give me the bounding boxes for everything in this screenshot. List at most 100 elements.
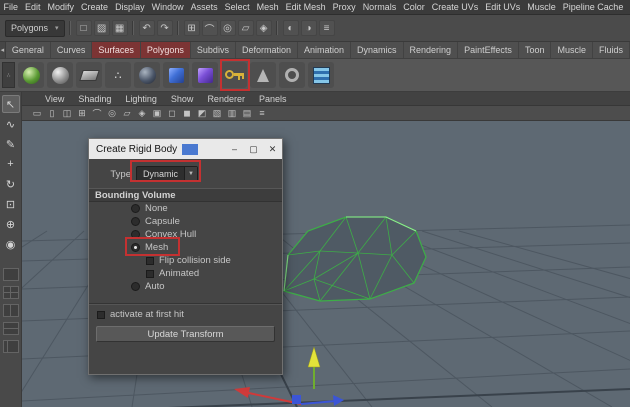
menu-pipeline-cache[interactable]: Pipeline Cache [559, 2, 627, 12]
gate-mask-icon[interactable]: ⊞ [75, 107, 89, 119]
shelf-tab-animation[interactable]: Animation [298, 42, 352, 58]
shelf-tab-surfaces[interactable]: Surfaces [92, 42, 141, 58]
panel-menu-renderer[interactable]: Renderer [200, 94, 252, 104]
menu-create-uvs[interactable]: Create UVs [428, 2, 482, 12]
checkbox-animated[interactable]: Animated [89, 267, 282, 280]
paint-sphere-icon[interactable] [18, 62, 44, 88]
type-dropdown[interactable]: Dynamic ▼ [136, 166, 198, 182]
minimize-icon[interactable]: – [225, 139, 244, 159]
menu-color[interactable]: Color [400, 2, 429, 12]
soft-mod-tool[interactable]: ◉ [2, 235, 20, 253]
shaded-icon[interactable]: ◻ [165, 107, 179, 119]
shelf-tab-curves[interactable]: Curves [51, 42, 93, 58]
ipr-render-icon[interactable]: ◑ [300, 20, 317, 36]
layout-two-side-button[interactable] [2, 304, 19, 317]
bounding-volume-header[interactable]: Bounding Volume [89, 188, 282, 202]
motion-blur-icon[interactable]: ▤ [240, 107, 254, 119]
panel-menu-show[interactable]: Show [164, 94, 201, 104]
panel-menu-view[interactable]: View [38, 94, 71, 104]
move-tool[interactable]: + [2, 155, 20, 173]
render-icon[interactable]: ◐ [282, 20, 299, 36]
scale-tool[interactable]: ⊡ [2, 195, 20, 213]
radio-capsule[interactable]: Capsule [89, 215, 282, 228]
mesh-object[interactable] [283, 216, 427, 302]
textured-icon[interactable]: ◼ [180, 107, 194, 119]
panel-menu-shading[interactable]: Shading [71, 94, 118, 104]
dialog-titlebar[interactable]: Create Rigid Body – ▢ ✕ [89, 139, 282, 159]
snap-curve-icon[interactable]: ⌒ [201, 20, 218, 36]
menu-display[interactable]: Display [112, 2, 149, 12]
shelf-tab-muscle[interactable]: Muscle [551, 42, 593, 58]
menu-set-dropdown[interactable]: Polygons ▾ [5, 19, 65, 37]
menu-edit[interactable]: Edit [22, 2, 45, 12]
safe-title-icon[interactable]: ▱ [120, 107, 134, 119]
torus-icon[interactable] [279, 62, 305, 88]
radio-convex-hull[interactable]: Convex Hull [89, 228, 282, 241]
isolate-icon[interactable]: ≡ [255, 107, 269, 119]
paint-select-tool[interactable]: ✎ [2, 135, 20, 153]
menu-muscle[interactable]: Muscle [524, 2, 560, 12]
menu-modify[interactable]: Modify [44, 2, 78, 12]
shelf-tab-fluids[interactable]: Fluids [593, 42, 630, 58]
menu-window[interactable]: Window [148, 2, 187, 12]
update-transform-button[interactable]: Update Transform [96, 326, 275, 342]
lasso-tool[interactable]: ∿ [2, 115, 20, 133]
nurbs-plane-icon[interactable] [76, 62, 102, 88]
universal-manipulator-tool[interactable]: ⊕ [2, 215, 20, 233]
shelf-tab-general[interactable]: General [6, 42, 51, 58]
scene-save-icon[interactable]: ▦ [111, 20, 128, 36]
camera-icon[interactable]: ▭ [30, 107, 44, 119]
snap-center-icon[interactable]: ◈ [255, 20, 272, 36]
field-chart-icon[interactable]: ⌒ [90, 107, 104, 119]
menu-file[interactable]: File [0, 2, 22, 12]
panel-menu-lighting[interactable]: Lighting [118, 94, 164, 104]
film-gate-icon[interactable]: ▯ [45, 107, 59, 119]
ao-icon[interactable]: ▥ [225, 107, 239, 119]
menu-edit-mesh[interactable]: Edit Mesh [282, 2, 329, 12]
close-icon[interactable]: ✕ [263, 139, 282, 159]
shelf-tab-dynamics[interactable]: Dynamics [351, 42, 404, 58]
shelf-tab-rendering[interactable]: Rendering [404, 42, 459, 58]
shadows-icon[interactable]: ▧ [210, 107, 224, 119]
rigid-body-key-icon[interactable] [221, 62, 247, 88]
layout-single-button[interactable] [2, 268, 19, 281]
menu-proxy[interactable]: Proxy [329, 2, 359, 12]
menu-mesh[interactable]: Mesh [253, 2, 282, 12]
shelf-options-icon[interactable]: ∴ [2, 62, 15, 88]
shaded-sphere-icon[interactable] [134, 62, 160, 88]
layout-four-pane-button[interactable] [2, 286, 19, 299]
shelf-tab-deformation[interactable]: Deformation [236, 42, 298, 58]
checkbox-flip-collision-side[interactable]: Flip collision side [89, 254, 282, 267]
poly-cube-purple-icon[interactable] [192, 62, 218, 88]
rotate-tool[interactable]: ↻ [2, 175, 20, 193]
safe-action-icon[interactable]: ◎ [105, 107, 119, 119]
radio-none[interactable]: None [89, 202, 282, 215]
menu-assets[interactable]: Assets [187, 2, 221, 12]
shelf-tab-subdivs[interactable]: Subdivs [191, 42, 236, 58]
menu-create[interactable]: Create [78, 2, 112, 12]
menu-select[interactable]: Select [221, 2, 253, 12]
undo-icon[interactable]: ↶ [138, 20, 155, 36]
scene-open-icon[interactable]: ▨ [93, 20, 110, 36]
menu-normals[interactable]: Normals [359, 2, 400, 12]
maximize-icon[interactable]: ▢ [244, 139, 263, 159]
panel-menu-panels[interactable]: Panels [252, 94, 294, 104]
gravity-cone-icon[interactable] [250, 62, 276, 88]
fluid-container-icon[interactable] [308, 62, 334, 88]
wireframe-icon[interactable]: ▣ [150, 107, 164, 119]
checkbox-activate-at-first-hit[interactable]: activate at first hit [89, 308, 282, 321]
poly-cube-blue-icon[interactable] [163, 62, 189, 88]
shelf-tab-polygons[interactable]: Polygons [140, 42, 191, 58]
nurbs-sphere-icon[interactable] [47, 62, 73, 88]
layout-two-stacked-button[interactable] [2, 322, 19, 335]
lights-icon[interactable]: ◩ [195, 107, 209, 119]
snap-plane-icon[interactable]: ▱ [237, 20, 254, 36]
menu-edit-uvs[interactable]: Edit UVs [482, 2, 524, 12]
select-tool[interactable]: ↖ [1, 95, 20, 113]
radio-auto[interactable]: Auto [89, 280, 282, 293]
radio-mesh[interactable]: Mesh [89, 241, 282, 254]
shelf-tab-toon[interactable]: Toon [519, 42, 552, 58]
redo-icon[interactable]: ↷ [156, 20, 173, 36]
shelf-tab-painteffects[interactable]: PaintEffects [458, 42, 519, 58]
snap-grid-icon[interactable]: ⊞ [183, 20, 200, 36]
